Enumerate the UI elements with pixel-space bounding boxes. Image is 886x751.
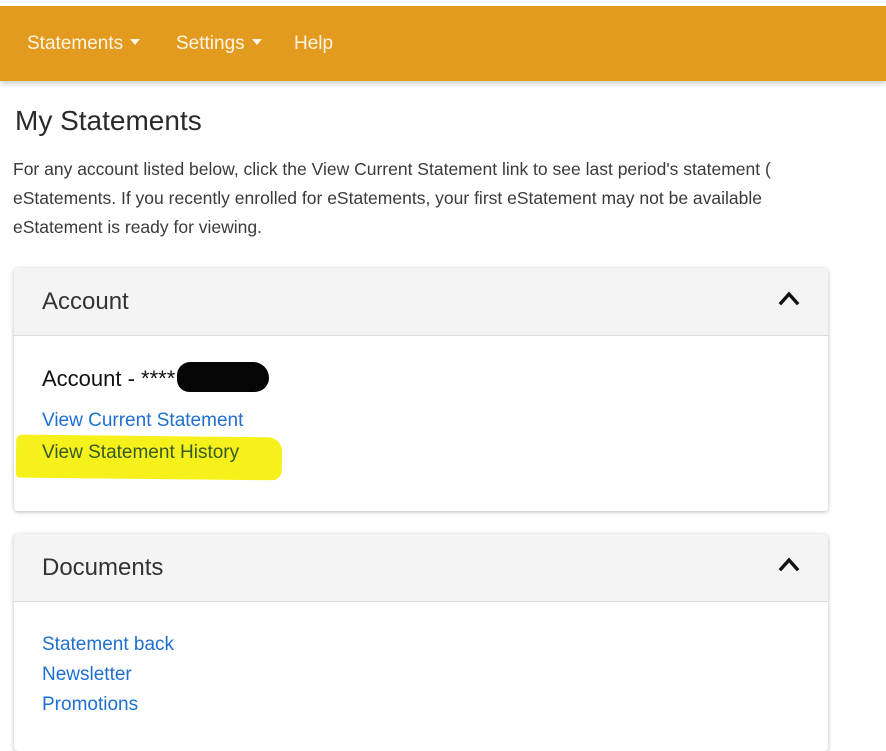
page-title: My Statements <box>15 105 202 136</box>
top-nav-bar: Statements Settings Help <box>0 6 886 81</box>
nav-help-link[interactable]: Help <box>294 6 333 81</box>
account-panel-header[interactable]: Account <box>14 268 828 336</box>
nav-settings-label: Settings <box>176 33 245 54</box>
newsletter-link[interactable]: Newsletter <box>42 664 132 686</box>
caret-down-icon <box>251 39 262 46</box>
account-panel: Account Account - **** View Current Stat… <box>14 268 828 511</box>
intro-line: For any account listed below, click the … <box>13 159 771 179</box>
nav-statements-menu[interactable]: Statements <box>27 6 141 81</box>
intro-line: eStatement is ready for viewing. <box>13 217 263 237</box>
intro-line: eStatements. If you recently enrolled fo… <box>13 188 762 208</box>
documents-panel-header[interactable]: Documents <box>14 534 828 602</box>
account-number-label: Account - **** <box>42 366 176 391</box>
documents-panel: Documents Statement back Newsletter Prom… <box>14 534 828 751</box>
nav-settings-menu[interactable]: Settings <box>176 6 262 81</box>
nav-help-label: Help <box>294 33 334 54</box>
chevron-up-icon[interactable] <box>778 290 800 306</box>
documents-panel-title: Documents <box>42 554 164 581</box>
nav-statements-label: Statements <box>27 33 124 54</box>
account-number: Account - **** <box>42 362 270 393</box>
promotions-link[interactable]: Promotions <box>42 694 138 716</box>
page: Statements Settings Help My Statements F… <box>0 0 886 751</box>
account-panel-title: Account <box>42 288 129 315</box>
statement-back-link[interactable]: Statement back <box>42 634 174 656</box>
redaction-mark <box>177 362 270 393</box>
view-current-statement-link[interactable]: View Current Statement <box>42 410 243 432</box>
view-statement-history-link[interactable]: View Statement History <box>42 442 239 464</box>
intro-text: For any account listed below, click the … <box>13 155 886 242</box>
chevron-up-icon[interactable] <box>778 556 800 572</box>
caret-down-icon <box>130 39 141 46</box>
